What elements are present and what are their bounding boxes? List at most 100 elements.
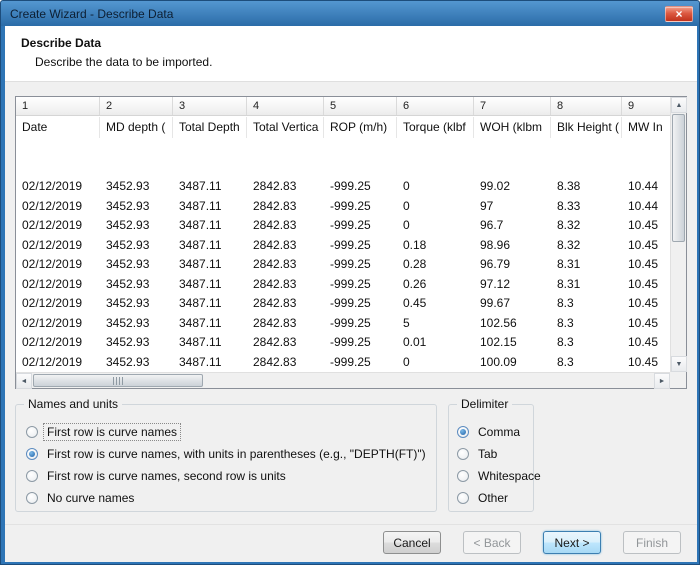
column-index-header[interactable]: 6 (397, 97, 474, 115)
table-row[interactable]: 02/12/2019 3452.93 3487.11 2842.83 -999.25 0.… (16, 275, 670, 295)
names-radio-first-row-is-curve-names[interactable]: First row is curve names (26, 421, 436, 443)
table-row[interactable]: 02/12/2019 3452.93 3487.11 2842.83 -999.25 0 1… (16, 353, 670, 373)
delimiter-radio-whitespace[interactable]: Whitespace (457, 465, 541, 487)
table-cell: 3452.93 (106, 218, 150, 232)
table-cell: 97 (480, 198, 494, 213)
table-cell: 3452.93 (106, 296, 150, 310)
table-cell: 3452.93 (106, 335, 150, 349)
table-row[interactable]: 02/12/2019 3452.93 3487.11 2842.83 -999.25 5 1… (16, 314, 670, 334)
column-index-header[interactable]: 3 (173, 97, 247, 115)
table-cell: 8.32 (557, 218, 581, 232)
table-row-empty (16, 158, 670, 178)
names-and-units-title: Names and units (24, 397, 123, 411)
grid-body: 02/12/2019 3452.93 3487.11 2842.83 -999.25 0 9… (16, 138, 670, 372)
radio-label: First row is curve names, with units in … (47, 447, 426, 461)
radio-label: First row is curve names, second row is … (47, 469, 286, 483)
next-button[interactable]: Next > (543, 531, 601, 554)
table-cell: 10.44 (628, 179, 659, 193)
table-cell: 2842.83 (253, 218, 297, 232)
table-cell: 97.12 (480, 276, 511, 291)
table-cell: 3487.11 (179, 257, 222, 271)
radio-button-icon (457, 448, 469, 460)
scroll-left-button[interactable]: ◄ (16, 373, 32, 389)
wizard-header: Describe Data Describe the data to be im… (5, 26, 697, 82)
table-cell: 02/12/2019 (22, 296, 83, 310)
radio-button-icon (26, 426, 38, 438)
radio-button-icon (26, 492, 38, 504)
table-row[interactable]: 02/12/2019 3452.93 3487.11 2842.83 -999.25 0 9… (16, 197, 670, 217)
data-preview-grid: 123456789 Date MD depth (Total Depth Total… (15, 96, 687, 389)
table-row[interactable]: 02/12/2019 3452.93 3487.11 2842.83 -999.25 0.… (16, 236, 670, 256)
names-radio-no-curve-names[interactable]: No curve names (26, 487, 436, 509)
table-cell: -999.25 (330, 354, 371, 369)
names-radio-first-row-is-curve-names-second-row-is-units[interactable]: First row is curve names, second row is … (26, 465, 436, 487)
table-cell: 3452.93 (106, 237, 150, 252)
table-cell: 10.45 (628, 218, 659, 232)
scroll-down-button[interactable]: ▼ (671, 356, 687, 372)
table-row[interactable]: 02/12/2019 3452.93 3487.11 2842.83 -999.25 0.… (16, 333, 670, 353)
table-cell: -999.25 (330, 179, 371, 193)
table-cell: 10.45 (628, 354, 659, 369)
dialog-window: Create Wizard - Describe Data × Describe… (0, 0, 700, 565)
table-cell: 02/12/2019 (22, 218, 83, 232)
table-cell: 10.44 (628, 198, 659, 213)
finish-button[interactable]: Finish (623, 531, 681, 554)
table-cell: 5 (403, 315, 410, 330)
vertical-scroll-thumb[interactable] (672, 114, 685, 242)
column-index-header[interactable]: 2 (100, 97, 173, 115)
names-and-units-groupbox: Names and units First row is curve names… (15, 397, 437, 512)
table-cell: 99.67 (480, 296, 511, 310)
radio-button-icon (457, 426, 469, 438)
table-cell: -999.25 (330, 198, 371, 213)
column-index-header[interactable]: 4 (247, 97, 324, 115)
table-cell: 8.3 (557, 335, 574, 349)
radio-label: Tab (478, 447, 498, 461)
column-name-header: Total Depth (173, 117, 247, 138)
column-index-header[interactable]: 9 (622, 97, 670, 115)
scroll-right-button[interactable]: ► (654, 373, 670, 389)
table-cell: 3487.11 (179, 276, 222, 291)
table-cell: 0.26 (403, 276, 427, 291)
table-cell: 10.45 (628, 335, 659, 349)
footer-separator (5, 524, 697, 525)
column-name-header: MW In (622, 117, 670, 138)
titlebar[interactable]: Create Wizard - Describe Data × (1, 1, 699, 26)
table-row[interactable]: 02/12/2019 3452.93 3487.11 2842.83 -999.25 0.… (16, 255, 670, 275)
table-cell: 0.01 (403, 335, 427, 349)
table-cell: 2842.83 (253, 315, 297, 330)
horizontal-scroll-thumb[interactable] (33, 374, 203, 387)
delimiter-radio-comma[interactable]: Comma (457, 421, 533, 443)
column-name-header: Blk Height ( (551, 117, 622, 138)
scroll-up-button[interactable]: ▲ (671, 97, 687, 113)
window-title: Create Wizard - Describe Data (10, 6, 174, 21)
delimiter-radio-tab[interactable]: Tab (457, 443, 533, 465)
table-row[interactable]: 02/12/2019 3452.93 3487.11 2842.83 -999.25 0 9… (16, 177, 670, 197)
column-index-header[interactable]: 1 (16, 97, 100, 115)
table-cell: 3452.93 (106, 257, 150, 271)
table-cell: -999.25 (330, 335, 371, 349)
back-button[interactable]: < Back (463, 531, 521, 554)
table-cell: 2842.83 (253, 276, 297, 291)
cancel-button[interactable]: Cancel (383, 531, 441, 554)
column-index-header[interactable]: 7 (474, 97, 551, 115)
names-radio-first-row-is-curve-names-with-units-in-parenthes[interactable]: First row is curve names, with units in … (26, 443, 436, 465)
delimiter-radio-other[interactable]: Other (457, 487, 533, 509)
table-cell: 02/12/2019 (22, 276, 83, 291)
table-cell: 10.45 (628, 296, 659, 310)
vertical-scrollbar[interactable]: ▲ ▼ (670, 97, 687, 372)
horizontal-scrollbar[interactable]: ◄ ► (16, 372, 670, 389)
table-cell: -999.25 (330, 296, 371, 310)
table-cell: 8.3 (557, 354, 574, 369)
column-index-header[interactable]: 8 (551, 97, 622, 115)
close-icon: × (675, 6, 683, 21)
column-index-header[interactable]: 5 (324, 97, 397, 115)
column-name-header: ROP (m/h) (324, 117, 397, 138)
close-button[interactable]: × (665, 5, 693, 22)
table-cell: 10.45 (628, 237, 659, 252)
delimiter-groupbox: Delimiter Comma Tab Whitespace Other (448, 397, 541, 512)
table-cell: 3487.11 (179, 296, 222, 310)
table-row[interactable]: 02/12/2019 3452.93 3487.11 2842.83 -999.25 0.… (16, 294, 670, 314)
table-cell: 3452.93 (106, 198, 150, 213)
table-row[interactable]: 02/12/2019 3452.93 3487.11 2842.83 -999.25 0 9… (16, 216, 670, 236)
column-name-header: MD depth ( (100, 117, 173, 138)
